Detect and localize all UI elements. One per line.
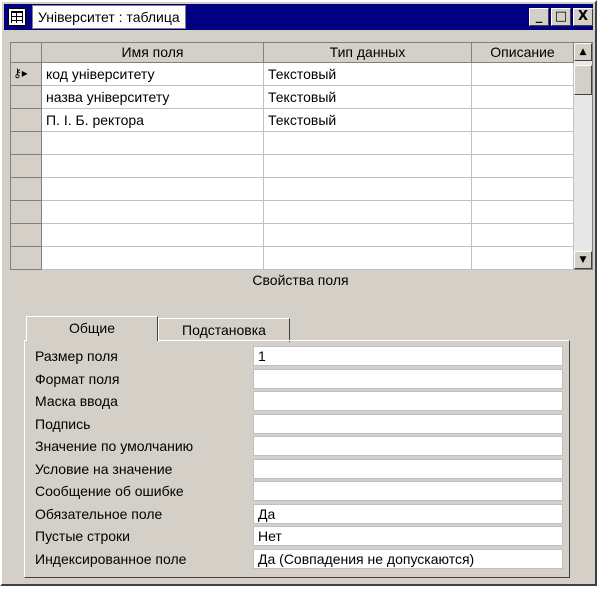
data-type-cell[interactable] xyxy=(264,178,472,201)
description-cell[interactable] xyxy=(472,201,574,224)
scroll-down-button[interactable]: ▼ xyxy=(574,251,592,269)
data-type-cell[interactable]: Текстовый xyxy=(264,109,472,132)
property-value-field[interactable] xyxy=(253,391,563,411)
row-selector[interactable] xyxy=(11,132,42,155)
scroll-thumb[interactable] xyxy=(574,65,592,95)
property-value-field[interactable] xyxy=(253,413,563,434)
tab-lookup[interactable]: Подстановка xyxy=(158,318,290,342)
field-name-cell[interactable]: код університету xyxy=(42,63,264,86)
field-name-cell[interactable]: П. І. Б. ректора xyxy=(42,109,264,132)
data-type-cell[interactable]: Текстовый xyxy=(264,86,472,109)
field-name-cell[interactable] xyxy=(42,132,264,155)
field-name-cell[interactable] xyxy=(42,224,264,247)
field-name-cell[interactable] xyxy=(42,247,264,270)
description-cell[interactable] xyxy=(472,247,574,270)
description-cell[interactable] xyxy=(472,132,574,155)
property-row: Подпись xyxy=(25,413,569,435)
property-row: Условие на значение xyxy=(25,458,569,480)
data-type-cell[interactable] xyxy=(264,224,472,247)
row-selector[interactable]: ⚷▸ xyxy=(11,63,42,86)
description-cell[interactable] xyxy=(472,86,574,109)
property-label: Значение по умолчанию xyxy=(35,438,194,454)
data-type-cell[interactable] xyxy=(264,247,472,270)
data-type-cell[interactable] xyxy=(264,201,472,224)
property-row: Формат поля xyxy=(25,368,569,390)
row-selector[interactable] xyxy=(11,201,42,224)
column-header-description[interactable]: Описание xyxy=(472,43,574,63)
table-icon[interactable] xyxy=(8,8,26,26)
description-cell[interactable] xyxy=(472,224,574,247)
column-header-field-name[interactable]: Имя поля xyxy=(42,43,264,63)
property-value-field[interactable] xyxy=(253,458,563,479)
property-value-field[interactable] xyxy=(253,368,563,389)
row-selector[interactable] xyxy=(11,155,42,178)
property-value-field[interactable] xyxy=(253,436,563,456)
property-label: Сообщение об ошибке xyxy=(35,483,184,499)
field-name-cell[interactable] xyxy=(42,155,264,178)
field-grid: Имя поля Тип данных Описание ⚷▸ код уніве… xyxy=(10,42,593,270)
row-selector[interactable] xyxy=(11,224,42,247)
property-label: Пустые строки xyxy=(35,528,130,544)
property-label: Формат поля xyxy=(35,370,120,387)
data-type-cell[interactable] xyxy=(264,132,472,155)
description-cell[interactable] xyxy=(472,63,574,86)
description-cell[interactable] xyxy=(472,178,574,201)
data-type-cell[interactable]: Текстовый xyxy=(264,63,472,86)
field-name-cell[interactable]: назва університету xyxy=(42,86,264,109)
property-row: Размер поля 1 xyxy=(25,345,569,367)
table-design-window: Університет : таблица _ □ X Имя поля Тип… xyxy=(0,0,597,586)
property-row: Значение по умолчанию xyxy=(25,435,569,457)
property-value-field[interactable]: 1 xyxy=(253,346,563,366)
property-row: Обязательное поле Да xyxy=(25,503,569,525)
property-row: Маска ввода xyxy=(25,390,569,412)
property-value-field[interactable]: Да (Совпадения не допускаются) xyxy=(253,548,563,569)
description-cell[interactable] xyxy=(472,155,574,178)
column-header-data-type[interactable]: Тип данных xyxy=(264,43,472,63)
window-title: Університет : таблица xyxy=(32,5,186,29)
tab-general[interactable]: Общие xyxy=(26,316,158,341)
field-name-cell[interactable] xyxy=(42,201,264,224)
data-type-cell[interactable] xyxy=(264,155,472,178)
property-value-field[interactable]: Да xyxy=(253,503,563,524)
field-properties-title: Свойства поля xyxy=(252,272,349,288)
property-label: Условие на значение xyxy=(35,460,173,477)
minimize-button[interactable]: _ xyxy=(529,8,549,26)
property-label: Индексированное поле xyxy=(35,550,187,567)
grid-scrollbar[interactable]: ▲ ▼ xyxy=(574,43,592,269)
property-row: Пустые строки Нет xyxy=(25,525,569,547)
row-selector[interactable] xyxy=(11,86,42,109)
title-bar[interactable]: Університет : таблица _ □ X xyxy=(4,4,593,30)
property-row: Индексированное поле Да (Совпадения не до… xyxy=(25,548,569,570)
close-button[interactable]: X xyxy=(573,8,593,26)
row-selector[interactable] xyxy=(11,247,42,270)
field-name-cell[interactable] xyxy=(42,178,264,201)
property-label: Обязательное поле xyxy=(35,505,163,522)
property-value-field[interactable]: Нет xyxy=(253,526,563,546)
primary-key-icon: ⚷▸ xyxy=(13,66,28,80)
scroll-up-button[interactable]: ▲ xyxy=(574,43,592,61)
general-properties-panel: Размер поля 1 Формат поля Маска ввода Подпис… xyxy=(24,340,570,578)
row-selector[interactable] xyxy=(11,178,42,201)
property-value-field[interactable] xyxy=(253,481,563,501)
property-row: Сообщение об ошибке xyxy=(25,480,569,502)
maximize-button[interactable]: □ xyxy=(551,8,571,26)
row-selector[interactable] xyxy=(11,109,42,132)
property-label: Маска ввода xyxy=(35,393,118,409)
property-label: Подпись xyxy=(35,415,91,432)
grid-corner xyxy=(11,43,42,63)
description-cell[interactable] xyxy=(472,109,574,132)
property-label: Размер поля xyxy=(35,348,118,364)
